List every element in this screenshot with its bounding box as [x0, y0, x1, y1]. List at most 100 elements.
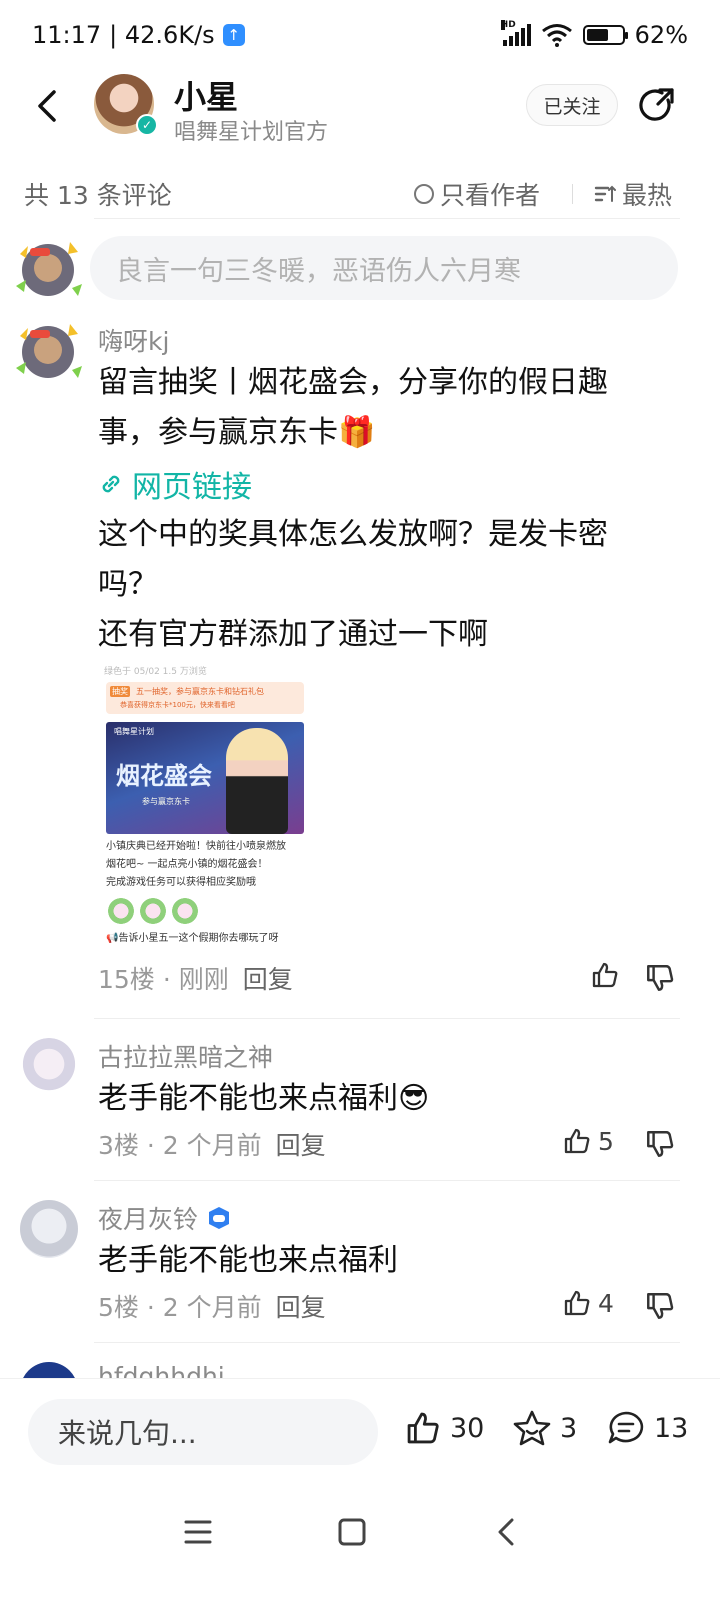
comment-time: · 2 个月前 [146, 1293, 262, 1322]
commenter-name-text: hfdghhdhj [98, 1362, 225, 1378]
my-avatar [16, 242, 82, 296]
comment-line: 吗？ [98, 567, 158, 602]
poster-subtitle: 参与赢京东卡 [142, 797, 190, 806]
like-button[interactable]: 4 [562, 1288, 614, 1318]
thumbs-up-icon [564, 1290, 590, 1316]
commenter-name-text: 嗨呀kj [98, 327, 170, 356]
sort-label: 最热 [622, 181, 673, 210]
account-name[interactable]: 小星 [174, 72, 238, 118]
embed-line: 烟花吧~ 一起点亮小镇的烟花盛会！ [106, 859, 268, 870]
favorite-count: 3 [560, 1412, 578, 1444]
thumbs-up-icon [592, 962, 618, 988]
comment-input[interactable]: 良言一句三冬暖，恶语伤人六月寒 [90, 236, 678, 300]
menu-icon[interactable] [178, 1512, 218, 1552]
comments-count: 13 [654, 1412, 689, 1444]
comment-bubble-icon [608, 1411, 644, 1444]
system-nav-bar [0, 1484, 720, 1600]
comment-count: 共 13 条评论 [24, 181, 172, 210]
author-only-toggle[interactable]: 只看作者 [414, 176, 540, 212]
like-count: 4 [598, 1288, 614, 1318]
comment-line: 这个中的奖具体怎么发放啊？是发卡密 [98, 517, 608, 552]
comment-divider [94, 1180, 680, 1181]
thumbs-up-icon [564, 1128, 590, 1154]
reply-button[interactable]: 回复 [276, 1288, 326, 1324]
comment-meta: 5楼 · 2 个月前 回复 [98, 1288, 326, 1324]
sort-button[interactable]: 最热 [594, 176, 672, 212]
commenter-avatar[interactable] [20, 1362, 78, 1378]
header: ✓ 小星 唱舞星计划官方 已关注 [0, 70, 720, 219]
comment-image[interactable]: 绿色于 05/02 1.5 万浏览 抽奖 五一抽奖，参与赢京东卡和钻石礼包 恭喜… [100, 664, 310, 954]
embed-banner: 抽奖 五一抽奖，参与赢京东卡和钻石礼包 恭喜获得京东卡*100元，快来看看吧 [106, 682, 304, 714]
battery-percent: 62% [634, 21, 688, 49]
post-like-button[interactable]: 30 [404, 1409, 484, 1447]
bottom-action-bar: 来说几句... 30 3 13 [0, 1378, 720, 1484]
account-subtitle: 唱舞星计划官方 [174, 120, 329, 145]
thumbs-up-icon [407, 1412, 439, 1444]
nav-back-icon[interactable] [486, 1512, 526, 1552]
filter-divider [572, 184, 573, 204]
battery-icon [582, 25, 628, 45]
thumbs-down-icon[interactable] [644, 1128, 676, 1160]
upload-icon: ↑ [222, 24, 245, 46]
commenter-name[interactable]: 夜月灰铃 [98, 1200, 232, 1236]
status-right: HD 62% [500, 20, 688, 49]
favorite-button[interactable]: 3 [512, 1409, 577, 1447]
header-divider [94, 218, 680, 219]
comment-divider [94, 1018, 680, 1019]
status-left: 11:17 | 42.6K/s ↑ [32, 21, 245, 49]
commenter-name[interactable]: 嗨呀kj [98, 322, 169, 358]
comment-item: 夜月灰铃 老手能不能也来点福利 5楼 · 2 个月前 回复 4 [0, 1196, 720, 1336]
filter-bar: 共 13 条评论 只看作者 最热 [0, 166, 720, 218]
comments-button[interactable]: 13 [606, 1409, 688, 1447]
back-icon[interactable] [30, 86, 70, 126]
embed-banner-sub: 恭喜获得京东卡*100元，快来看看吧 [120, 701, 235, 709]
thumbs-down-icon[interactable] [644, 1290, 676, 1322]
event-poster: 唱舞星计划 烟花盛会 参与赢京东卡 [106, 722, 304, 834]
embed-line: 完成游戏任务可以获得相应奖励哦 [106, 877, 256, 888]
sticker-icon [140, 898, 166, 924]
share-icon[interactable] [638, 86, 678, 126]
reply-button[interactable]: 回复 [243, 960, 293, 996]
embed-banner-title: 五一抽奖，参与赢京东卡和钻石礼包 [136, 687, 264, 696]
hd-label: HD [500, 20, 516, 30]
commenter-avatar[interactable] [20, 1200, 78, 1258]
status-bar: 11:17 | 42.6K/s ↑ HD 62% [0, 0, 720, 70]
comment-time: · 刚刚 [162, 965, 229, 994]
commenter-name[interactable]: hfdghhdhj [98, 1362, 225, 1378]
comment-input-row: 良言一句三冬暖，恶语伤人六月寒 [0, 234, 720, 304]
home-icon[interactable] [332, 1512, 372, 1552]
character-illustration [226, 728, 288, 834]
comment-line: 还有官方群添加了通过一下啊 [98, 617, 488, 652]
avatar[interactable]: ✓ [94, 74, 158, 136]
floor-number: 3楼 [98, 1131, 139, 1160]
comment-time: · 2 个月前 [146, 1131, 262, 1160]
comment-divider [94, 1342, 680, 1343]
like-button[interactable] [590, 960, 620, 990]
verified-icon: ✓ [136, 114, 158, 136]
floor-number: 15楼 [98, 965, 155, 994]
commenter-name-text: 夜月灰铃 [98, 1205, 199, 1234]
comment-meta: 3楼 · 2 个月前 回复 [98, 1126, 326, 1162]
bottom-comment-input[interactable]: 来说几句... [28, 1399, 378, 1465]
commenter-avatar[interactable] [12, 316, 84, 384]
web-link[interactable]: 网页链接 [98, 462, 252, 506]
commenter-name[interactable]: 古拉拉黑暗之神 [98, 1038, 273, 1074]
web-link-label: 网页链接 [132, 470, 252, 505]
reply-button[interactable]: 回复 [276, 1126, 326, 1162]
embed-top-text: 绿色于 05/02 1.5 万浏览 [104, 667, 207, 677]
comment-text: 老手能不能也来点福利😎 [98, 1081, 430, 1116]
commenter-avatar[interactable] [20, 1038, 78, 1096]
commenter-name-text: 古拉拉黑暗之神 [98, 1043, 274, 1072]
comment-item: 古拉拉黑暗之神 老手能不能也来点福利😎 3楼 · 2 个月前 回复 5 [0, 1034, 720, 1174]
network-speed: | 42.6K/s [109, 21, 215, 49]
comment-text: 留言抽奖丨烟花盛会，分享你的假日趣 事，参与赢京东卡🎁 [98, 358, 678, 458]
comment-extra-text: 这个中的奖具体怎么发放啊？是发卡密 吗？ 还有官方群添加了通过一下啊 [98, 510, 678, 660]
like-button[interactable]: 5 [562, 1126, 614, 1156]
like-count: 5 [598, 1126, 614, 1156]
poster-logo: 唱舞星计划 [114, 727, 154, 736]
game-badge-icon [209, 1207, 230, 1229]
thumbs-down-icon[interactable] [644, 962, 676, 994]
comment-item: hfdghhdhj [0, 1358, 720, 1378]
follow-button[interactable]: 已关注 [526, 84, 618, 126]
sticker-icon [108, 898, 134, 924]
